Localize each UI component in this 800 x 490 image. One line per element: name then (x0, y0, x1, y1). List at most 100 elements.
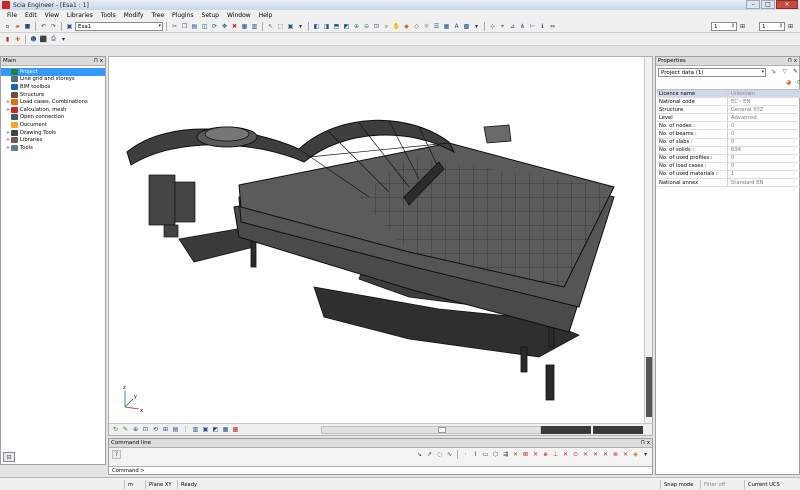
tree-item[interactable]: + Tools (1, 144, 105, 152)
print-icon[interactable]: ⎙ (49, 35, 58, 44)
properties-icon[interactable]: ▦ (240, 22, 249, 31)
measure-icon[interactable]: ⊢ (528, 22, 537, 31)
property-row[interactable]: No. of used profiles :0 (657, 154, 800, 163)
table-icon[interactable]: ▥ (250, 22, 259, 31)
zoom-tool-icon[interactable]: ⊕ (131, 425, 140, 434)
layers-icon[interactable]: ☰ (432, 22, 441, 31)
scrollbar-thumb[interactable] (646, 357, 652, 417)
view-top-icon[interactable]: ⬒ (332, 22, 341, 31)
maximize-button[interactable]: □ (761, 0, 775, 9)
open-file-icon[interactable]: ▰ (13, 22, 22, 31)
menu-tools[interactable]: Tools (97, 12, 120, 19)
panel-pin-close[interactable]: ⊓ x (641, 440, 650, 446)
tree-item[interactable]: + Drawing Tools (1, 129, 105, 137)
horizontal-scrollbar[interactable] (321, 426, 541, 434)
nodes-tool-icon[interactable]: ⋮ (181, 425, 190, 434)
property-row[interactable]: No. of beams :0 (657, 130, 800, 139)
view-tab-1[interactable] (541, 426, 591, 434)
grid-icon[interactable]: ▦ (442, 22, 451, 31)
snap-midpoint-icon[interactable]: ⊠ (521, 450, 530, 459)
rotate-tool-icon[interactable]: ⟲ (151, 425, 160, 434)
display-dropdown-icon[interactable]: ▾ (472, 22, 481, 31)
pan-icon[interactable]: ✋ (392, 22, 401, 31)
view-tool-icon[interactable]: ↻ (111, 425, 120, 434)
save-icon[interactable]: ■ (23, 22, 32, 31)
snap-center-icon[interactable]: ⊙ (571, 450, 580, 459)
minimize-button[interactable]: – (746, 0, 760, 9)
color-icon[interactable]: ◕ (784, 78, 793, 87)
filter-icon[interactable]: ▽ (780, 67, 789, 76)
graphic-viewport[interactable]: z x y ↻ ✎ ⊕ ⊡ ⟲ ⊞ ▤ ⋮ ▥ ▣ ◩ ▦ ▩ (108, 56, 653, 436)
menu-tree[interactable]: Tree (148, 12, 169, 19)
property-row[interactable]: Level Advanced (657, 114, 800, 123)
undo-icon[interactable]: ↶ (39, 22, 48, 31)
delete-icon[interactable]: ✖ (230, 22, 239, 31)
stop-icon[interactable]: ⬛ (39, 35, 48, 44)
snap-nearest-icon[interactable]: ✕ (591, 450, 600, 459)
vertical-scrollbar[interactable] (644, 57, 652, 423)
help-icon[interactable]: ? (112, 450, 121, 459)
property-row[interactable]: No. of nodes :0 (657, 122, 800, 131)
section-tool-icon[interactable]: ⊞ (161, 425, 170, 434)
snap-tangent-icon[interactable]: ✕ (581, 450, 590, 459)
tree-item[interactable]: Open connection (1, 114, 105, 122)
panel-pin-close[interactable]: ⊓ x (94, 58, 103, 64)
view-iso-icon[interactable]: ◩ (342, 22, 351, 31)
status-plane[interactable]: Plane XY (145, 480, 177, 489)
light-icon[interactable]: ☼ (422, 22, 431, 31)
tree-item[interactable]: + Calculation, mesh (1, 106, 105, 114)
tree-item[interactable]: Document (1, 121, 105, 129)
menu-libraries[interactable]: Libraries (63, 12, 97, 19)
mirror-icon[interactable]: ◫ (200, 22, 209, 31)
snap-endpoint-icon[interactable]: ✕ (511, 450, 520, 459)
select-dropdown-icon[interactable]: ▾ (296, 22, 305, 31)
rotate-icon[interactable]: ⟳ (210, 22, 219, 31)
point-tool-icon[interactable]: ⋅ (461, 450, 470, 459)
layers-tool-icon[interactable]: ▤ (171, 425, 180, 434)
property-row[interactable]: No. of load cases :0 (657, 162, 800, 171)
redo-icon[interactable]: ↷ (49, 22, 58, 31)
tree-item[interactable]: + Load cases, Combinations (1, 98, 105, 106)
property-row[interactable]: National code EC - EN (657, 98, 800, 107)
cut-icon[interactable]: ✂ (170, 22, 179, 31)
snap-icon[interactable]: ⌖ (498, 22, 507, 31)
select-all-icon[interactable]: ▣ (286, 22, 295, 31)
cursor-icon[interactable]: ⊹ (488, 22, 497, 31)
ucs-icon[interactable]: ⊿ (508, 22, 517, 31)
circle-tool-icon[interactable]: ◌ (435, 450, 444, 459)
property-row[interactable]: No. of used materials :1 (657, 170, 800, 180)
snap-ext-icon[interactable]: ⊗ (611, 450, 620, 459)
tree-tab-icon[interactable]: ⊟ (3, 452, 15, 462)
filter-tool-icon[interactable]: ▦ (221, 425, 230, 434)
poly-tool-icon[interactable]: ⬡ (491, 450, 500, 459)
light-tool-icon[interactable]: ◩ (211, 425, 220, 434)
tree-item[interactable]: Structure (1, 91, 105, 99)
zoom-out-icon[interactable]: ⊖ (362, 22, 371, 31)
property-row[interactable]: Licence name Unknown (657, 90, 800, 99)
view-tab-2[interactable] (593, 426, 643, 434)
tree-item[interactable]: + Libraries (1, 136, 105, 144)
new-file-icon[interactable]: ▫ (3, 22, 12, 31)
pan-tool-icon[interactable]: ✎ (121, 425, 130, 434)
paste-icon[interactable]: ▤ (190, 22, 199, 31)
line-tool-icon[interactable]: ↘ (415, 450, 424, 459)
labels-icon[interactable]: A (452, 22, 461, 31)
close-button[interactable]: ✕ (776, 0, 798, 9)
display-icon[interactable]: ▩ (462, 22, 471, 31)
select-window-icon[interactable]: ⬚ (276, 22, 285, 31)
rect-tool-icon[interactable]: ▭ (481, 450, 490, 459)
zoom-window-icon[interactable]: ⌕ (382, 22, 391, 31)
menu-file[interactable]: File (3, 12, 21, 19)
wireframe-icon[interactable]: ◇ (412, 22, 421, 31)
snap-grid-icon[interactable]: ⋇ (541, 450, 550, 459)
level-spinner[interactable]: 1 ⇕ (759, 22, 785, 31)
menu-plugins[interactable]: Plugins (168, 12, 198, 19)
section-icon[interactable]: ⋔ (518, 22, 527, 31)
snap-intersect-icon[interactable]: ✕ (561, 450, 570, 459)
select-filter-icon[interactable]: ⇘ (769, 67, 778, 76)
labels-tool-icon[interactable]: ▩ (231, 425, 240, 434)
properties-selector[interactable]: Project data (1) ▾ (658, 68, 766, 77)
menu-setup[interactable]: Setup (198, 12, 223, 19)
tree-item[interactable]: BIM toolbox (1, 83, 105, 91)
user-icon[interactable]: ☻ (29, 35, 38, 44)
